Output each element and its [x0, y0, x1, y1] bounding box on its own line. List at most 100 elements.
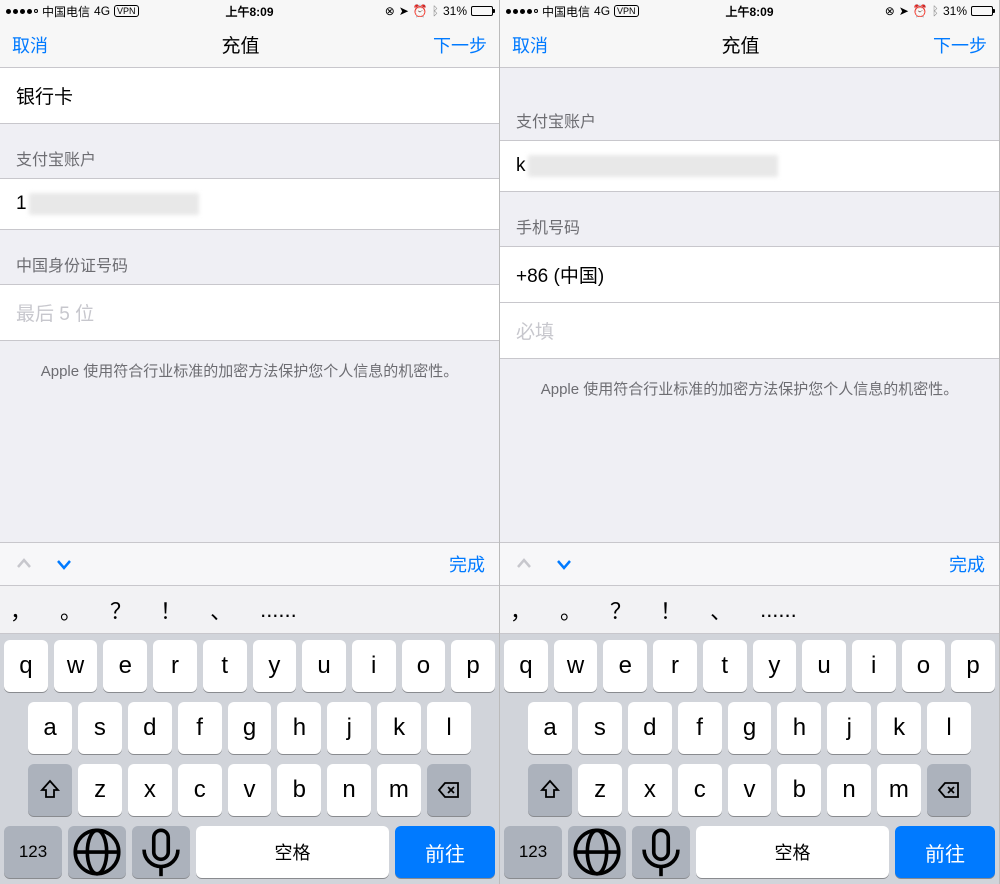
key-z[interactable]: z [578, 764, 622, 816]
key-s[interactable]: s [78, 702, 122, 754]
key-u[interactable]: u [802, 640, 846, 692]
key-w[interactable]: w [554, 640, 598, 692]
form-scroll[interactable]: 银行卡 支付宝账户 1 中国身份证号码 最后 5 位 Apple 使用符合行业标… [0, 68, 499, 542]
key-q[interactable]: q [504, 640, 548, 692]
next-button[interactable]: 下一步 [433, 32, 487, 58]
key-p[interactable]: p [451, 640, 495, 692]
key-g[interactable]: g [728, 702, 772, 754]
key-o[interactable]: o [902, 640, 946, 692]
space-key[interactable]: 空格 [196, 826, 389, 878]
go-key[interactable]: 前往 [895, 826, 995, 878]
shift-key[interactable] [28, 764, 72, 816]
candidate-item[interactable]: ...... [260, 597, 297, 623]
key-t[interactable]: t [703, 640, 747, 692]
key-y[interactable]: y [253, 640, 297, 692]
shift-key[interactable] [528, 764, 572, 816]
key-a[interactable]: a [528, 702, 572, 754]
key-a[interactable]: a [28, 702, 72, 754]
form-scroll[interactable]: 支付宝账户 k 手机号码 +86 (中国) 必填 Apple 使用符合行业标准的… [500, 68, 999, 542]
key-y[interactable]: y [753, 640, 797, 692]
key-v[interactable]: v [228, 764, 272, 816]
key-m[interactable]: m [877, 764, 921, 816]
cancel-button[interactable]: 取消 [12, 32, 48, 58]
key-f[interactable]: f [678, 702, 722, 754]
key-x[interactable]: x [628, 764, 672, 816]
key-i[interactable]: i [352, 640, 396, 692]
key-j[interactable]: j [827, 702, 871, 754]
candidate-item[interactable]: ...... [760, 597, 797, 623]
key-q[interactable]: q [4, 640, 48, 692]
keyboard-done-button[interactable]: 完成 [949, 551, 985, 577]
candidate-item[interactable]: ， [10, 594, 32, 626]
key-p[interactable]: p [951, 640, 995, 692]
kb-row-2: a s d f g h j k l [4, 702, 495, 754]
key-o[interactable]: o [402, 640, 446, 692]
globe-key[interactable] [68, 826, 126, 878]
key-z[interactable]: z [78, 764, 122, 816]
key-c[interactable]: c [178, 764, 222, 816]
cancel-button[interactable]: 取消 [512, 32, 548, 58]
key-g[interactable]: g [228, 702, 272, 754]
key-m[interactable]: m [377, 764, 421, 816]
key-u[interactable]: u [302, 640, 346, 692]
key-l[interactable]: l [427, 702, 471, 754]
alipay-input[interactable]: 1 [0, 179, 499, 230]
next-button[interactable]: 下一步 [933, 32, 987, 58]
backspace-key[interactable] [427, 764, 471, 816]
mic-key[interactable] [132, 826, 190, 878]
candidate-item[interactable]: 、 [710, 594, 732, 626]
country-code-row[interactable]: +86 (中国) [500, 247, 999, 303]
battery-pct: 31% [943, 4, 967, 18]
prev-field-button[interactable] [14, 554, 34, 574]
next-field-button[interactable] [554, 554, 574, 574]
id-last5-input[interactable]: 最后 5 位 [0, 285, 499, 341]
candidate-item[interactable]: ！ [160, 594, 182, 626]
numbers-key[interactable]: 123 [504, 826, 562, 878]
key-n[interactable]: n [327, 764, 371, 816]
key-t[interactable]: t [203, 640, 247, 692]
key-d[interactable]: d [628, 702, 672, 754]
key-d[interactable]: d [128, 702, 172, 754]
key-k[interactable]: k [877, 702, 921, 754]
numbers-key[interactable]: 123 [4, 826, 62, 878]
key-i[interactable]: i [852, 640, 896, 692]
key-e[interactable]: e [603, 640, 647, 692]
prev-field-button[interactable] [514, 554, 534, 574]
candidate-item[interactable]: ！ [660, 594, 682, 626]
keyboard-done-button[interactable]: 完成 [449, 551, 485, 577]
candidate-item[interactable]: 。 [560, 594, 582, 626]
key-c[interactable]: c [678, 764, 722, 816]
key-l[interactable]: l [927, 702, 971, 754]
keyboard-accessory: 完成 [500, 542, 999, 586]
key-x[interactable]: x [128, 764, 172, 816]
key-h[interactable]: h [277, 702, 321, 754]
key-b[interactable]: b [277, 764, 321, 816]
mic-key[interactable] [632, 826, 690, 878]
key-r[interactable]: r [153, 640, 197, 692]
key-r[interactable]: r [653, 640, 697, 692]
space-key[interactable]: 空格 [696, 826, 889, 878]
key-b[interactable]: b [777, 764, 821, 816]
key-h[interactable]: h [777, 702, 821, 754]
candidate-item[interactable]: 。 [60, 594, 82, 626]
alipay-input[interactable]: k [500, 141, 999, 192]
next-field-button[interactable] [54, 554, 74, 574]
key-w[interactable]: w [54, 640, 98, 692]
key-e[interactable]: e [103, 640, 147, 692]
key-f[interactable]: f [178, 702, 222, 754]
key-k[interactable]: k [377, 702, 421, 754]
go-key[interactable]: 前往 [395, 826, 495, 878]
candidate-item[interactable]: 、 [210, 594, 232, 626]
globe-key[interactable] [568, 826, 626, 878]
key-v[interactable]: v [728, 764, 772, 816]
phone-input[interactable]: 必填 [500, 303, 999, 359]
key-s[interactable]: s [578, 702, 622, 754]
candidate-item[interactable]: ， [510, 594, 532, 626]
key-j[interactable]: j [327, 702, 371, 754]
key-n[interactable]: n [827, 764, 871, 816]
candidate-item[interactable]: ？ [110, 594, 132, 626]
privacy-footer: Apple 使用符合行业标准的加密方法保护您个人信息的机密性。 [500, 359, 999, 420]
bank-card-row[interactable]: 银行卡 [0, 68, 499, 124]
candidate-item[interactable]: ？ [610, 594, 632, 626]
backspace-key[interactable] [927, 764, 971, 816]
